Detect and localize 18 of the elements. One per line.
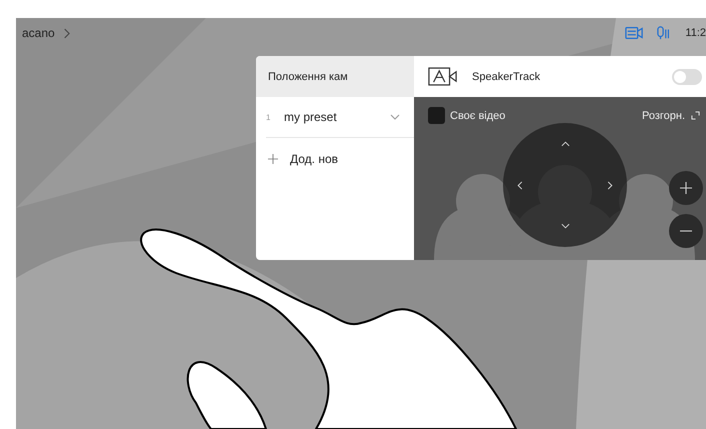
self-view-button[interactable]: Своє відео bbox=[428, 107, 506, 124]
preset-name: my preset bbox=[284, 110, 338, 124]
clock-time: 11:2 bbox=[685, 27, 706, 39]
chevron-left-icon[interactable] bbox=[517, 181, 523, 190]
presets-title: Положення кам bbox=[268, 70, 348, 82]
plus-icon bbox=[268, 154, 278, 164]
expand-icon bbox=[691, 111, 700, 120]
camera-settings-icon[interactable] bbox=[625, 26, 644, 40]
expand-button[interactable]: Розгорн. bbox=[642, 110, 700, 122]
speakertrack-toggle[interactable] bbox=[672, 68, 702, 84]
plus-icon bbox=[680, 182, 692, 194]
add-preset-button[interactable]: Дод. нов bbox=[256, 138, 414, 166]
preset-number: 1 bbox=[266, 112, 272, 122]
device-name[interactable]: acano bbox=[22, 26, 55, 40]
speakertrack-label: SpeakerTrack bbox=[472, 70, 542, 82]
chevron-up-icon[interactable] bbox=[561, 141, 570, 147]
minus-icon bbox=[680, 230, 692, 232]
speakertrack-camera-icon bbox=[428, 67, 458, 86]
